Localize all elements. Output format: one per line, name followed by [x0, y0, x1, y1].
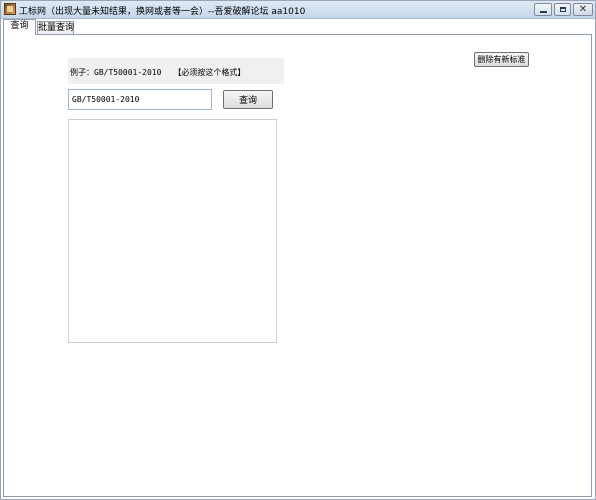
window-title: 工标网（出现大量未知结果，换网或者等一会）--吾爱破解论坛 aa1010 [19, 7, 306, 17]
minimize-button[interactable] [534, 3, 552, 16]
app-window: 工标网（出现大量未知结果，换网或者等一会）--吾爱破解论坛 aa1010 ✕ 查… [0, 0, 596, 500]
minimize-icon [539, 11, 547, 13]
query-panel: 例子：GB/T50001-2010 【必须按这个格式】 查询 删除有新标准 [3, 34, 592, 497]
standard-number-input[interactable] [68, 89, 212, 110]
tab-batch-query[interactable]: 批量查询 [37, 21, 74, 34]
example-label: 例子：GB/T50001-2010 [70, 68, 162, 77]
delete-new-standard-button[interactable]: 删除有新标准 [474, 52, 529, 67]
tab-query[interactable]: 查询 [3, 19, 36, 35]
app-icon [4, 3, 16, 15]
example-hint-box: 例子：GB/T50001-2010 【必须按这个格式】 [68, 58, 284, 84]
tab-strip: 查询 批量查询 [1, 19, 595, 35]
search-button[interactable]: 查询 [223, 90, 273, 109]
format-note: 【必须按这个格式】 [173, 68, 246, 77]
maximize-button[interactable] [554, 3, 571, 16]
title-bar[interactable]: 工标网（出现大量未知结果，换网或者等一会）--吾爱破解论坛 aa1010 ✕ [1, 1, 595, 19]
close-button[interactable]: ✕ [573, 3, 593, 16]
maximize-icon [559, 7, 566, 12]
example-hint: 例子：GB/T50001-2010 【必须按这个格式】 [70, 67, 245, 78]
close-icon: ✕ [578, 3, 588, 15]
results-textarea[interactable] [68, 119, 277, 343]
